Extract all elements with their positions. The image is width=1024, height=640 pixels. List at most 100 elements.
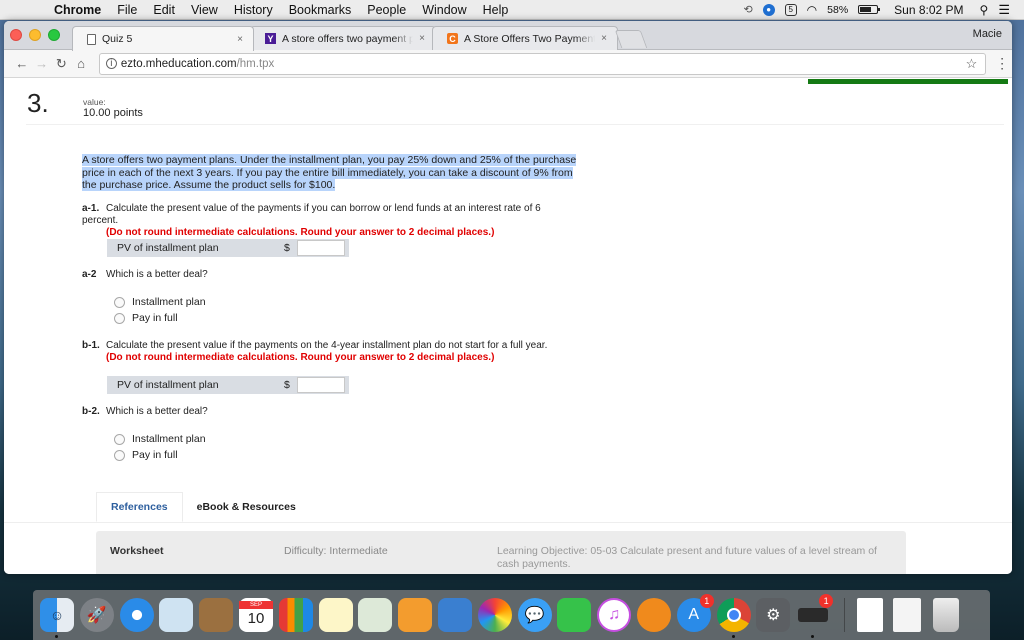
close-tab-icon[interactable]: ×	[601, 33, 607, 44]
radio-group-b2: Installment plan Pay in full	[114, 431, 206, 463]
tab-yahoo-answers[interactable]: Y A store offers two payment pla ×	[250, 26, 436, 50]
problem-text: A store offers two payment plans. Under …	[82, 154, 577, 191]
part-label: b-1.	[82, 340, 100, 351]
part-text: Calculate the present value of the payme…	[82, 203, 541, 226]
back-button[interactable]: ←	[12, 56, 32, 71]
clock[interactable]: Sun 8:02 PM	[894, 3, 963, 17]
radio-button[interactable]	[114, 433, 125, 445]
menu-app-name[interactable]: Chrome	[54, 3, 101, 17]
menu-window[interactable]: Window	[422, 3, 466, 17]
tab-references[interactable]: References	[96, 492, 183, 522]
1password-icon[interactable]: ●	[762, 3, 775, 16]
radio-installment-plan-a2[interactable]: Installment plan	[114, 294, 206, 310]
tab-title: A store offers two payment pla	[282, 32, 414, 45]
five-icon[interactable]: 5	[784, 3, 797, 16]
maps-icon[interactable]	[358, 598, 393, 632]
browser-toolbar: ← → ↻ ⌂ i ezto.mheducation.com/hm.tpx ☆ …	[4, 50, 1012, 78]
page-icon	[87, 33, 96, 45]
part-instruction: (Do not round intermediate calculations.…	[106, 352, 495, 363]
profile-name[interactable]: Macie	[973, 28, 1002, 40]
battery-icon[interactable]	[858, 5, 881, 14]
answer-label: PV of installment plan	[117, 379, 219, 391]
photos-icon[interactable]	[477, 598, 512, 632]
running-indicator	[811, 635, 815, 638]
bookmark-star-icon[interactable]: ☆	[966, 56, 978, 72]
menu-help[interactable]: Help	[483, 3, 509, 17]
tab-chegg[interactable]: C A Store Offers Two Payment P ×	[432, 26, 618, 50]
part-a2: a-2 Which is a better deal?	[82, 269, 208, 281]
messages-icon[interactable]: 💬	[517, 598, 552, 632]
tab-ebook-resources[interactable]: eBook & Resources	[183, 492, 310, 522]
new-tab-button[interactable]	[614, 30, 648, 48]
pages-icon[interactable]	[398, 598, 433, 632]
tab-quiz-5[interactable]: Quiz 5 ×	[72, 26, 254, 51]
home-button[interactable]: ⌂	[71, 56, 91, 71]
dock-separator	[843, 598, 845, 632]
worksheet-link[interactable]: Worksheet	[110, 545, 164, 557]
chegg-icon: C	[447, 33, 458, 44]
ibooks-icon[interactable]	[636, 598, 671, 632]
part-a1: a-1. Calculate the present value of the p…	[82, 203, 572, 239]
running-indicator	[731, 635, 735, 638]
pv-installment-input-b1[interactable]	[297, 377, 345, 393]
wifi-icon[interactable]: ◠	[807, 3, 817, 17]
printer-icon[interactable]: 1	[796, 594, 834, 638]
menu-view[interactable]: View	[191, 3, 218, 17]
sync-icon[interactable]: ⟲	[743, 3, 752, 16]
close-window-button[interactable]	[10, 29, 22, 41]
trash-icon[interactable]	[932, 598, 959, 632]
part-b2: b-2. Which is a better deal?	[82, 406, 208, 418]
problem-statement: A store offers two payment plans. Under …	[82, 154, 577, 192]
menu-edit[interactable]: Edit	[153, 3, 175, 17]
info-icon[interactable]: i	[105, 58, 117, 69]
numbers-icon[interactable]	[278, 598, 313, 632]
system-preferences-icon[interactable]: ⚙	[756, 598, 791, 632]
menu-history[interactable]: History	[234, 3, 273, 17]
part-label: b-2.	[82, 406, 100, 417]
pv-installment-input-a1[interactable]	[297, 240, 345, 256]
safari-icon[interactable]	[119, 598, 154, 632]
forward-button[interactable]: →	[32, 56, 52, 71]
zoom-window-button[interactable]	[48, 29, 60, 41]
screenshot-stack-icon[interactable]	[892, 598, 921, 632]
notification-center-icon[interactable]: ☰	[998, 2, 1010, 18]
keynote-icon[interactable]	[437, 598, 472, 632]
finder-icon[interactable]: ☺	[40, 598, 74, 638]
document-stack-icon[interactable]	[856, 598, 883, 632]
spotlight-icon[interactable]: ⚲	[980, 3, 989, 17]
chrome-icon[interactable]	[716, 598, 751, 638]
part-text: Calculate the present value if the payme…	[106, 340, 548, 351]
page-content: 3. value: 10.00 points A store offers tw…	[4, 79, 1012, 574]
notes-icon[interactable]	[318, 598, 353, 632]
menu-file[interactable]: File	[117, 3, 137, 17]
minimize-window-button[interactable]	[29, 29, 41, 41]
app-store-icon[interactable]: A1	[676, 594, 714, 632]
radio-installment-plan-b2[interactable]: Installment plan	[114, 431, 206, 447]
radio-button[interactable]	[114, 296, 125, 308]
learning-objective: Learning Objective: 05-03 Calculate pres…	[497, 545, 877, 570]
answer-label: PV of installment plan	[117, 242, 219, 254]
reload-button[interactable]: ↻	[51, 56, 71, 72]
menu-people[interactable]: People	[367, 3, 406, 17]
chrome-window: Quiz 5 × Y A store offers two payment pl…	[4, 21, 1012, 574]
part-text: Which is a better deal?	[106, 406, 208, 417]
itunes-icon[interactable]: ♫	[597, 598, 632, 632]
radio-pay-in-full-b2[interactable]: Pay in full	[114, 447, 206, 463]
facetime-icon[interactable]	[557, 598, 592, 632]
reference-tabs: References eBook & Resources	[96, 492, 310, 522]
divider	[26, 124, 1004, 125]
radio-pay-in-full-a2[interactable]: Pay in full	[114, 310, 206, 326]
yahoo-icon: Y	[265, 33, 276, 44]
radio-button[interactable]	[114, 312, 125, 324]
mail-icon[interactable]	[159, 598, 194, 632]
radio-group-a2: Installment plan Pay in full	[114, 294, 206, 326]
menu-bookmarks[interactable]: Bookmarks	[289, 3, 352, 17]
close-tab-icon[interactable]: ×	[419, 33, 425, 44]
contacts-icon[interactable]	[199, 598, 234, 632]
launchpad-icon[interactable]: 🚀	[79, 598, 114, 632]
calendar-icon[interactable]: SEP 10	[238, 598, 273, 632]
radio-button[interactable]	[114, 449, 125, 461]
chrome-menu-icon[interactable]: ⋮	[992, 55, 1012, 72]
close-tab-icon[interactable]: ×	[237, 34, 243, 45]
address-bar[interactable]: i ezto.mheducation.com/hm.tpx ☆	[98, 52, 987, 75]
